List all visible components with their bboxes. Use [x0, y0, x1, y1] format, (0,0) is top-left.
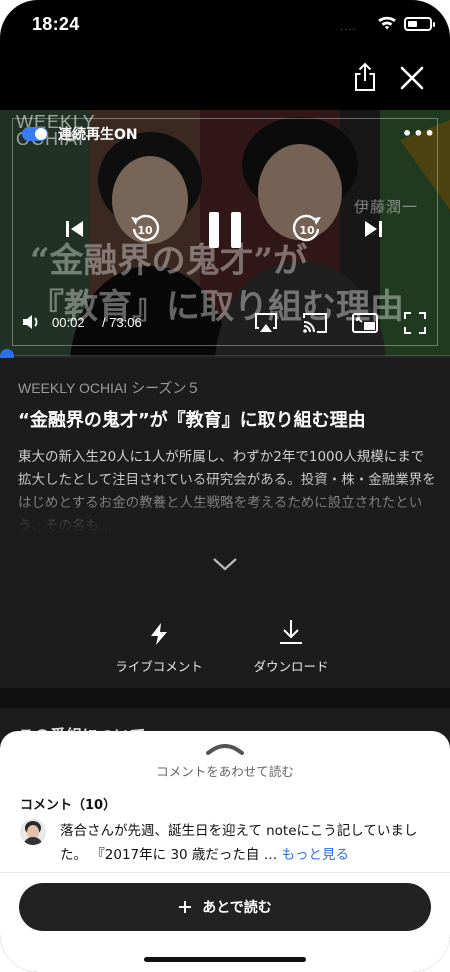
download-button[interactable]: ダウンロード — [236, 618, 346, 675]
svg-text:10: 10 — [299, 224, 315, 237]
live-comment-button[interactable]: ライブコメント — [104, 622, 214, 675]
comment-body: 落合さんが先週、誕生日を迎えて noteにこう記していました。 『2017年に … — [60, 823, 418, 863]
episode-info: WEEKLY OCHIAI シーズン５ “金融界の鬼才”が『教育』に取り組む理由… — [0, 358, 450, 688]
wifi-icon — [377, 15, 397, 35]
next-icon[interactable] — [362, 218, 384, 244]
section-divider — [0, 688, 450, 708]
cast-icon[interactable] — [302, 312, 328, 338]
plus-icon — [179, 901, 192, 913]
video-player[interactable]: WEEKLY OCHIAI “金融界の鬼才”が 『教育』に取り組む理由 伊藤潤一… — [0, 110, 450, 356]
avatar[interactable] — [20, 819, 46, 845]
comments-header: コメント（10） — [20, 798, 117, 813]
duration: / 73:06 — [102, 315, 142, 330]
series-label[interactable]: WEEKLY OCHIAI シーズン５ — [18, 378, 200, 398]
comments-hint: コメントをあわせて読む — [156, 764, 294, 779]
pause-icon[interactable] — [206, 210, 244, 254]
sheet-divider — [0, 872, 450, 873]
live-comment-label: ライブコメント — [115, 659, 203, 674]
battery-icon — [404, 17, 435, 31]
read-later-button[interactable]: あとで読む — [19, 883, 431, 931]
svg-text:10: 10 — [137, 224, 153, 237]
close-icon[interactable] — [398, 64, 426, 92]
comment-text[interactable]: 落合さんが先週、誕生日を迎えて noteにこう記していました。 『2017年に … — [60, 819, 430, 867]
download-label: ダウンロード — [253, 659, 329, 674]
more-options-icon[interactable]: ••• — [402, 124, 436, 143]
current-time: 00:02 — [52, 315, 85, 330]
screen: 18:24 .... WEEKLY OCHIAI “金融界の鬼才”が 『教育』に… — [0, 0, 450, 972]
forward-10-icon[interactable]: 10 — [290, 212, 324, 250]
read-later-label: あとで読む — [202, 900, 272, 916]
player-bottom-bar: 00:02 / 73:06 — [0, 310, 450, 336]
top-actions — [0, 62, 450, 96]
chevron-down-icon[interactable] — [212, 556, 238, 576]
previous-icon[interactable] — [64, 218, 86, 244]
fullscreen-icon[interactable] — [404, 312, 426, 338]
signal-icon: .... — [340, 22, 357, 33]
rewind-10-icon[interactable]: 10 — [128, 212, 162, 250]
home-indicator — [144, 957, 306, 962]
toggle-switch[interactable] — [22, 127, 48, 141]
autoplay-toggle[interactable]: 連続再生ON — [22, 124, 138, 144]
autoplay-label: 連続再生ON — [58, 127, 138, 143]
description-fade — [0, 476, 450, 540]
lightning-icon — [151, 623, 167, 645]
status-bar: 18:24 .... — [0, 0, 450, 52]
pip-icon[interactable] — [352, 312, 378, 338]
airplay-icon[interactable] — [254, 312, 278, 338]
chevron-up-icon[interactable] — [205, 741, 245, 760]
comments-sheet[interactable]: コメントをあわせて読む コメント（10） 落合さんが先週、誕生日を迎えて not… — [0, 731, 450, 972]
download-icon — [280, 620, 302, 644]
share-icon[interactable] — [352, 62, 378, 94]
name-watermark: 伊藤潤一 — [354, 198, 419, 216]
episode-title: “金融界の鬼才”が『教育』に取り組む理由 — [18, 410, 366, 431]
clock: 18:24 — [32, 14, 80, 34]
read-more-link[interactable]: もっと見る — [282, 847, 350, 863]
volume-icon[interactable] — [22, 314, 42, 334]
